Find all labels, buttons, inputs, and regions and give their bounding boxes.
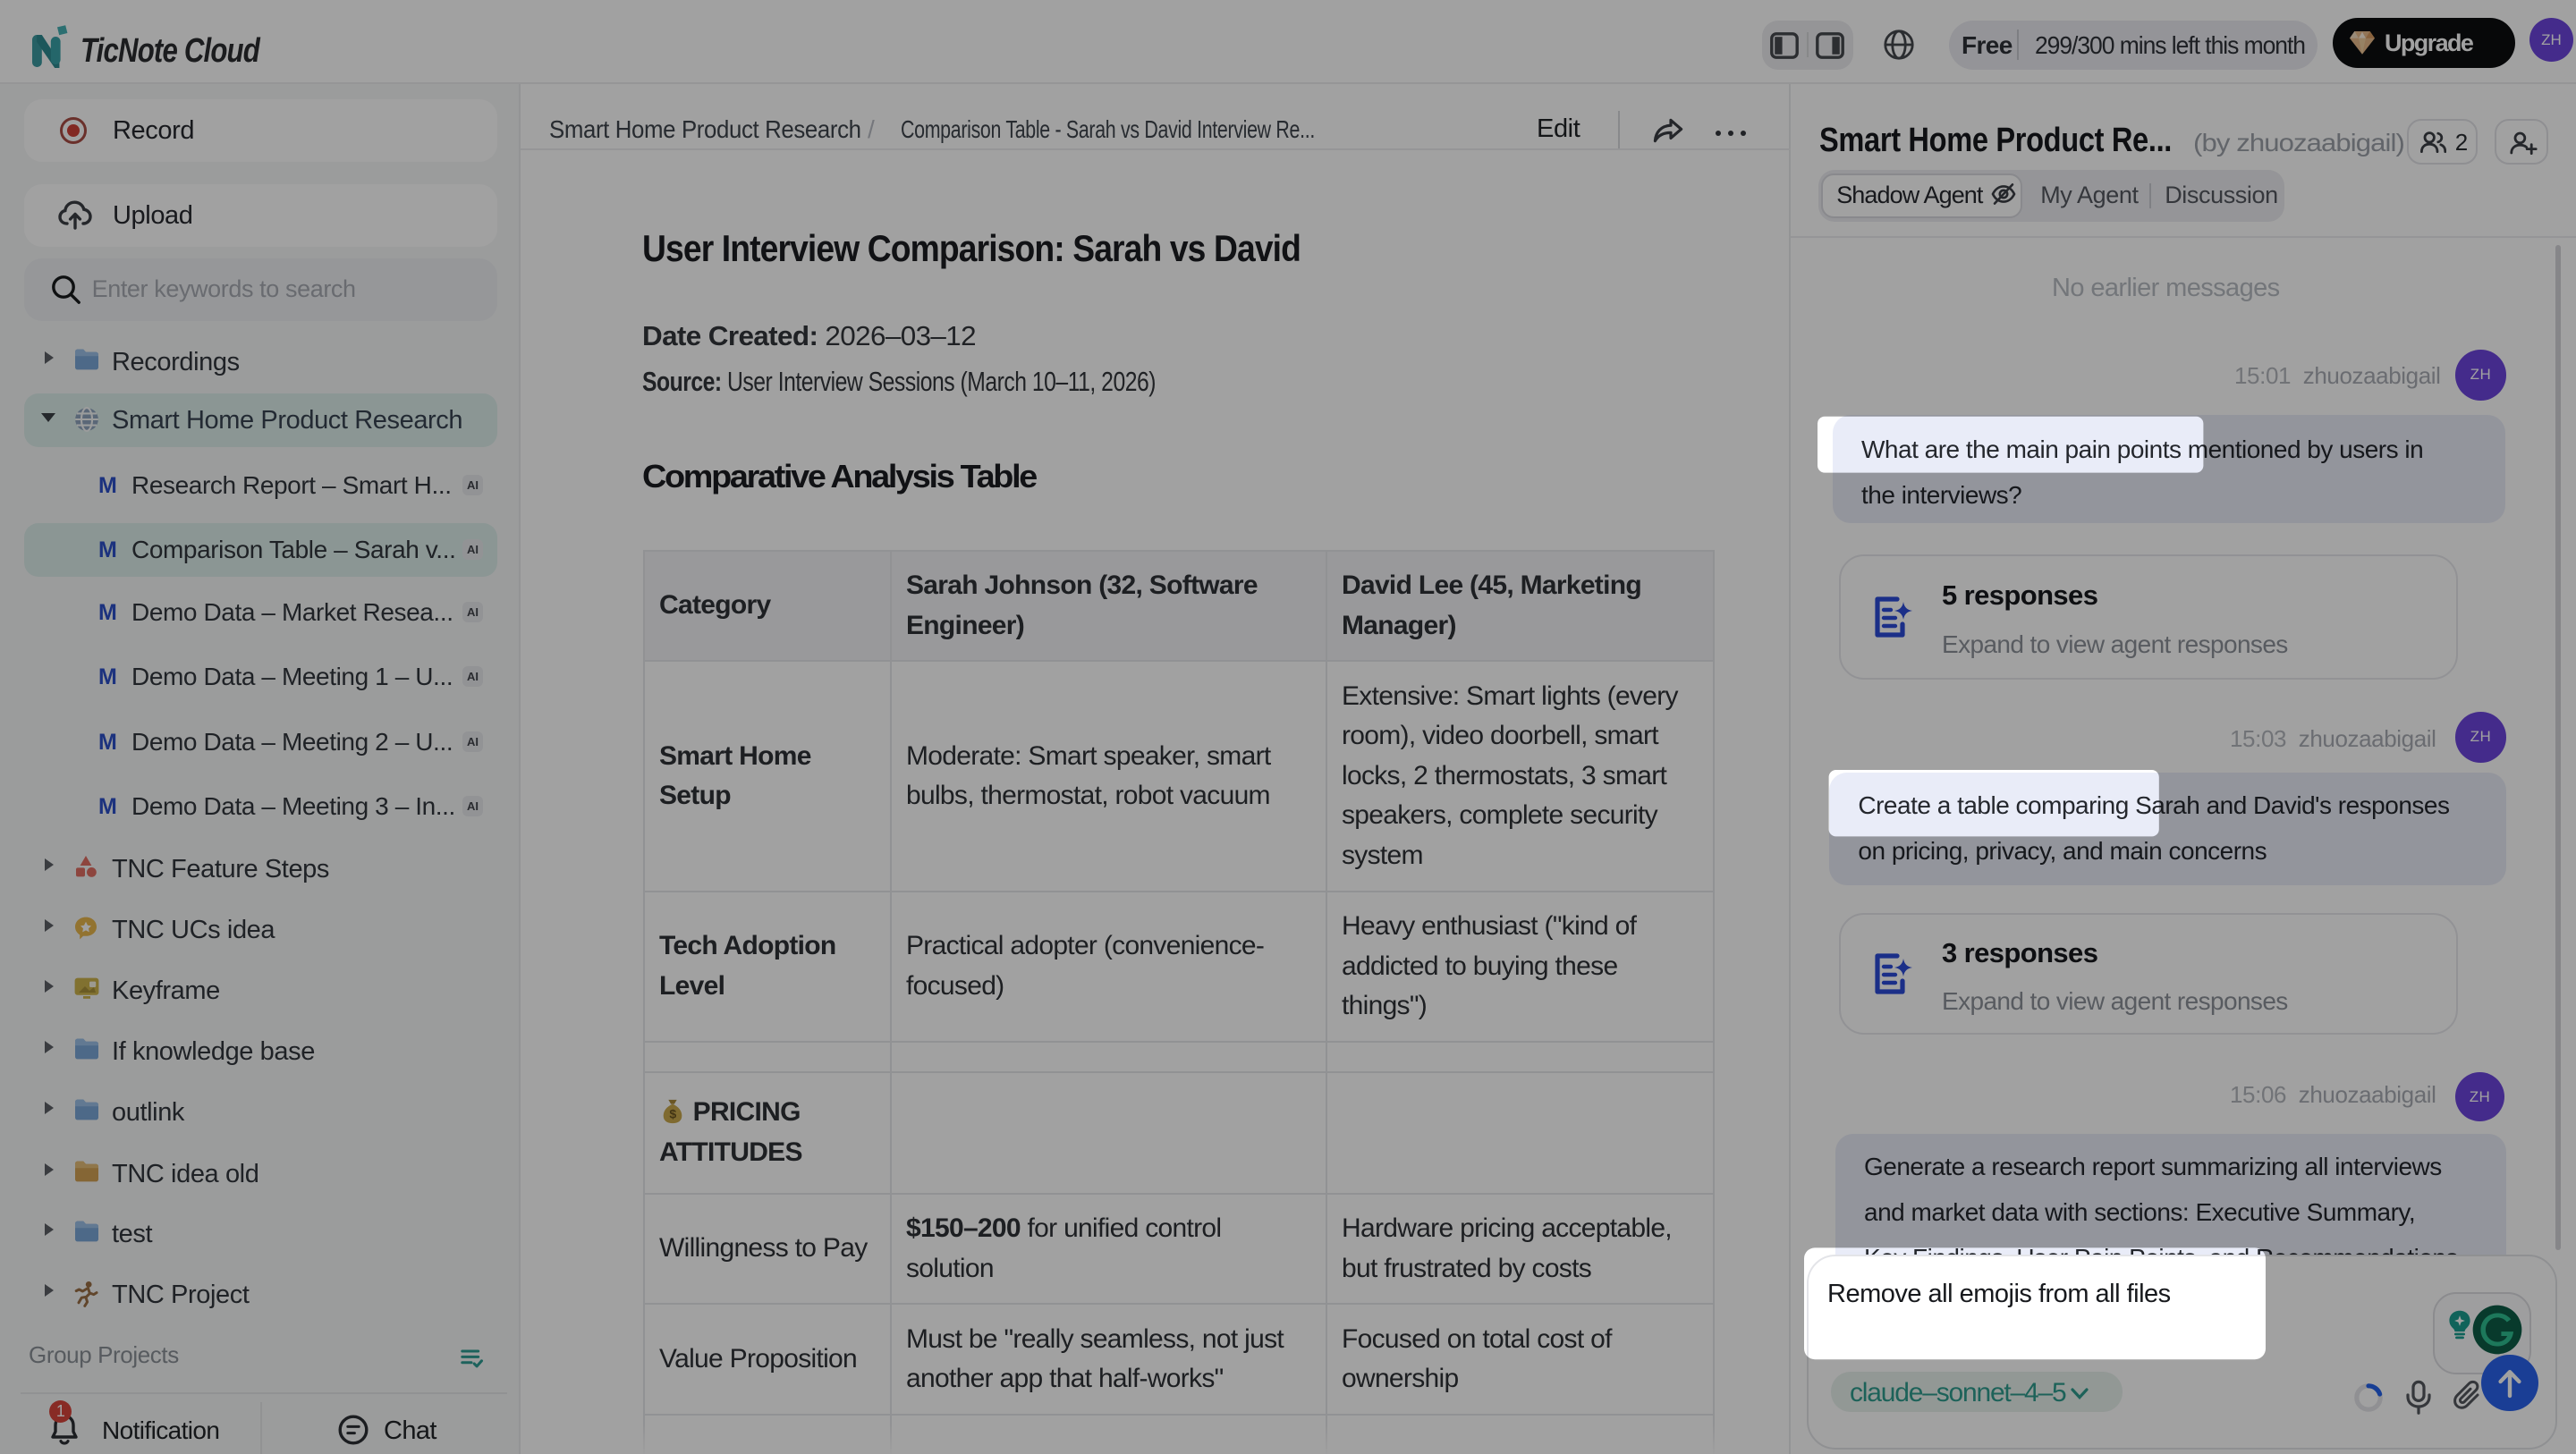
svg-text:$: $ — [669, 1107, 676, 1121]
